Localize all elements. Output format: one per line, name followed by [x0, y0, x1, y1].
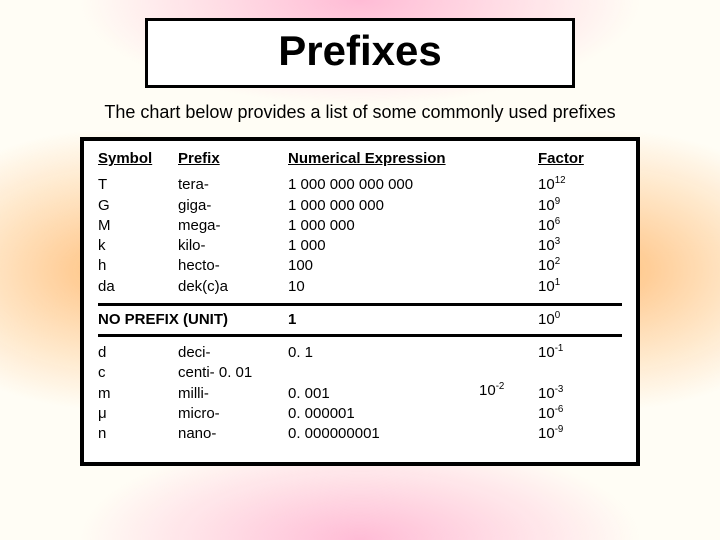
cell-numerical: 0. 000001: [288, 404, 538, 424]
page-title: Prefixes: [145, 18, 575, 88]
cell-prefix: dek(c)a: [178, 277, 288, 297]
cell-symbol: n: [98, 424, 178, 444]
cell-numerical: 100: [288, 256, 538, 276]
table-row: ddeci-0. 110-1: [98, 343, 622, 363]
cell-factor: 103: [538, 236, 618, 256]
cell-symbol: μ: [98, 404, 178, 424]
table-header-row: Symbol Prefix Numerical Expression Facto…: [98, 149, 622, 169]
cell-prefix: hecto-: [178, 256, 288, 276]
cell-symbol: da: [98, 277, 178, 297]
cell-symbol: c: [98, 363, 178, 383]
subtitle: The chart below provides a list of some …: [0, 102, 720, 123]
cell-numerical: 10: [288, 277, 538, 297]
header-numerical: Numerical Expression: [288, 149, 538, 169]
cell-factor: 10-6: [538, 404, 618, 424]
table-row: ccenti- 0. 01: [98, 363, 622, 383]
cell-factor: 10-1: [538, 343, 618, 363]
cell-factor: [538, 363, 618, 383]
table-row: mmilli-0. 00110-3: [98, 384, 622, 404]
unit-factor: 100: [538, 310, 618, 330]
cell-prefix: micro-: [178, 404, 288, 424]
cell-factor: 106: [538, 216, 618, 236]
cell-symbol: h: [98, 256, 178, 276]
cell-symbol: T: [98, 175, 178, 195]
cell-symbol: d: [98, 343, 178, 363]
cell-prefix: nano-: [178, 424, 288, 444]
cell-symbol: m: [98, 384, 178, 404]
table-row: Mmega-1 000 000106: [98, 216, 622, 236]
cell-numerical: 0. 000000001: [288, 424, 538, 444]
table-row: hhecto-100102: [98, 256, 622, 276]
cell-prefix: deci-: [178, 343, 288, 363]
cell-prefix: milli-: [178, 384, 288, 404]
cell-numerical: 1 000 000 000: [288, 196, 538, 216]
unit-row: NO PREFIX (UNIT) 1 100: [98, 303, 622, 337]
cell-numerical: 1 000 000 000 000: [288, 175, 538, 195]
cell-factor: 10-9: [538, 424, 618, 444]
header-symbol: Symbol: [98, 149, 178, 169]
cell-prefix: tera-: [178, 175, 288, 195]
table-row: nnano-0. 00000000110-9: [98, 424, 622, 444]
cell-numerical: 0. 1: [288, 343, 538, 363]
cell-prefix: centi- 0. 01: [178, 363, 288, 383]
table-row: Ggiga-1 000 000 000109: [98, 196, 622, 216]
unit-numerical: 1: [288, 310, 538, 330]
cell-numerical: 1 000: [288, 236, 538, 256]
table-row: Ttera-1 000 000 000 0001012: [98, 175, 622, 195]
cell-factor: 1012: [538, 175, 618, 195]
cell-factor: 109: [538, 196, 618, 216]
cell-symbol: k: [98, 236, 178, 256]
cell-prefix: kilo-: [178, 236, 288, 256]
cell-numerical: 1 000 000: [288, 216, 538, 236]
cell-symbol: M: [98, 216, 178, 236]
table-row: kkilo-1 000103: [98, 236, 622, 256]
cell-factor: 10-3: [538, 384, 618, 404]
cell-prefix: giga-: [178, 196, 288, 216]
stray-factor-centi: 10-2: [479, 381, 504, 401]
table-row: dadek(c)a10101: [98, 277, 622, 297]
cell-factor: 101: [538, 277, 618, 297]
cell-factor: 102: [538, 256, 618, 276]
cell-prefix: mega-: [178, 216, 288, 236]
cell-symbol: G: [98, 196, 178, 216]
prefix-table: Symbol Prefix Numerical Expression Facto…: [80, 137, 640, 466]
unit-label: NO PREFIX (UNIT): [98, 310, 288, 330]
header-prefix: Prefix: [178, 149, 288, 169]
header-factor: Factor: [538, 149, 618, 169]
table-row: μmicro-0. 00000110-6: [98, 404, 622, 424]
